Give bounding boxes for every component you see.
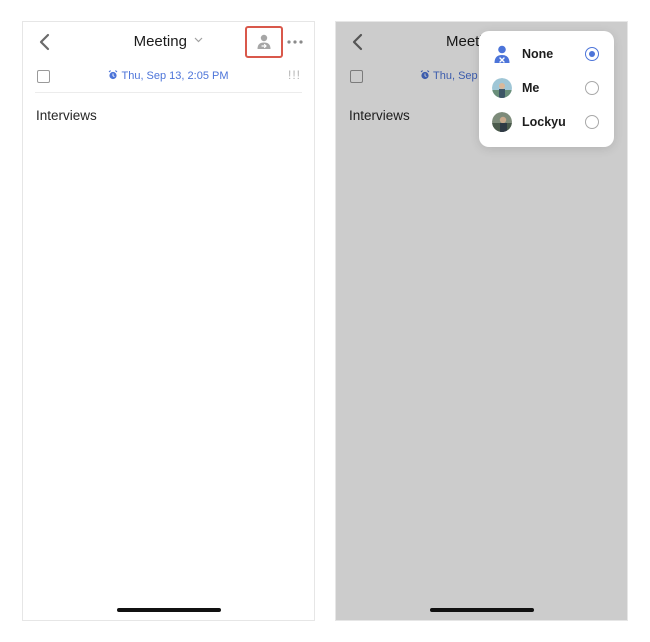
due-date[interactable]: Thu, Sep 13, 2:05 PM — [23, 70, 314, 82]
avatar-lockyu — [492, 112, 512, 132]
assignee-menu: None Me Lockyu — [479, 31, 614, 147]
page-title: Meeting — [133, 33, 187, 50]
task-detail-screen: Meeting Thu, Sep 13, 2:05 PM !!! Intervi… — [22, 21, 315, 621]
assignee-option-me[interactable]: Me — [479, 71, 614, 105]
assign-person-icon — [257, 34, 271, 49]
more-button[interactable] — [285, 34, 305, 50]
task-meta-row: Thu, Sep 13, 2:05 PM !!! — [23, 64, 314, 92]
nav-bar: Meeting — [23, 22, 314, 62]
home-indicator — [429, 608, 534, 612]
more-dots-icon — [287, 40, 303, 44]
alarm-icon — [109, 70, 118, 80]
assign-button[interactable] — [245, 26, 283, 58]
task-detail-screen-with-menu: Meeti Thu, Sep Interviews None Me Lockyu — [335, 21, 628, 621]
home-indicator — [116, 608, 221, 612]
radio-selected[interactable] — [585, 47, 599, 61]
assignee-option-none[interactable]: None — [479, 37, 614, 71]
unassigned-person-icon — [494, 45, 510, 63]
avatar-me — [492, 78, 512, 98]
option-label: None — [522, 47, 554, 61]
assignee-option-lockyu[interactable]: Lockyu — [479, 105, 614, 139]
due-date-text: Thu, Sep 13, 2:05 PM — [121, 70, 229, 82]
option-label: Lockyu — [522, 115, 566, 129]
priority-flag[interactable]: !!! — [288, 68, 301, 82]
task-content[interactable]: Interviews — [36, 108, 97, 123]
radio-unselected[interactable] — [585, 81, 599, 95]
chevron-down-icon — [194, 37, 203, 43]
option-label: Me — [522, 81, 540, 95]
radio-unselected[interactable] — [585, 115, 599, 129]
divider — [35, 92, 302, 93]
